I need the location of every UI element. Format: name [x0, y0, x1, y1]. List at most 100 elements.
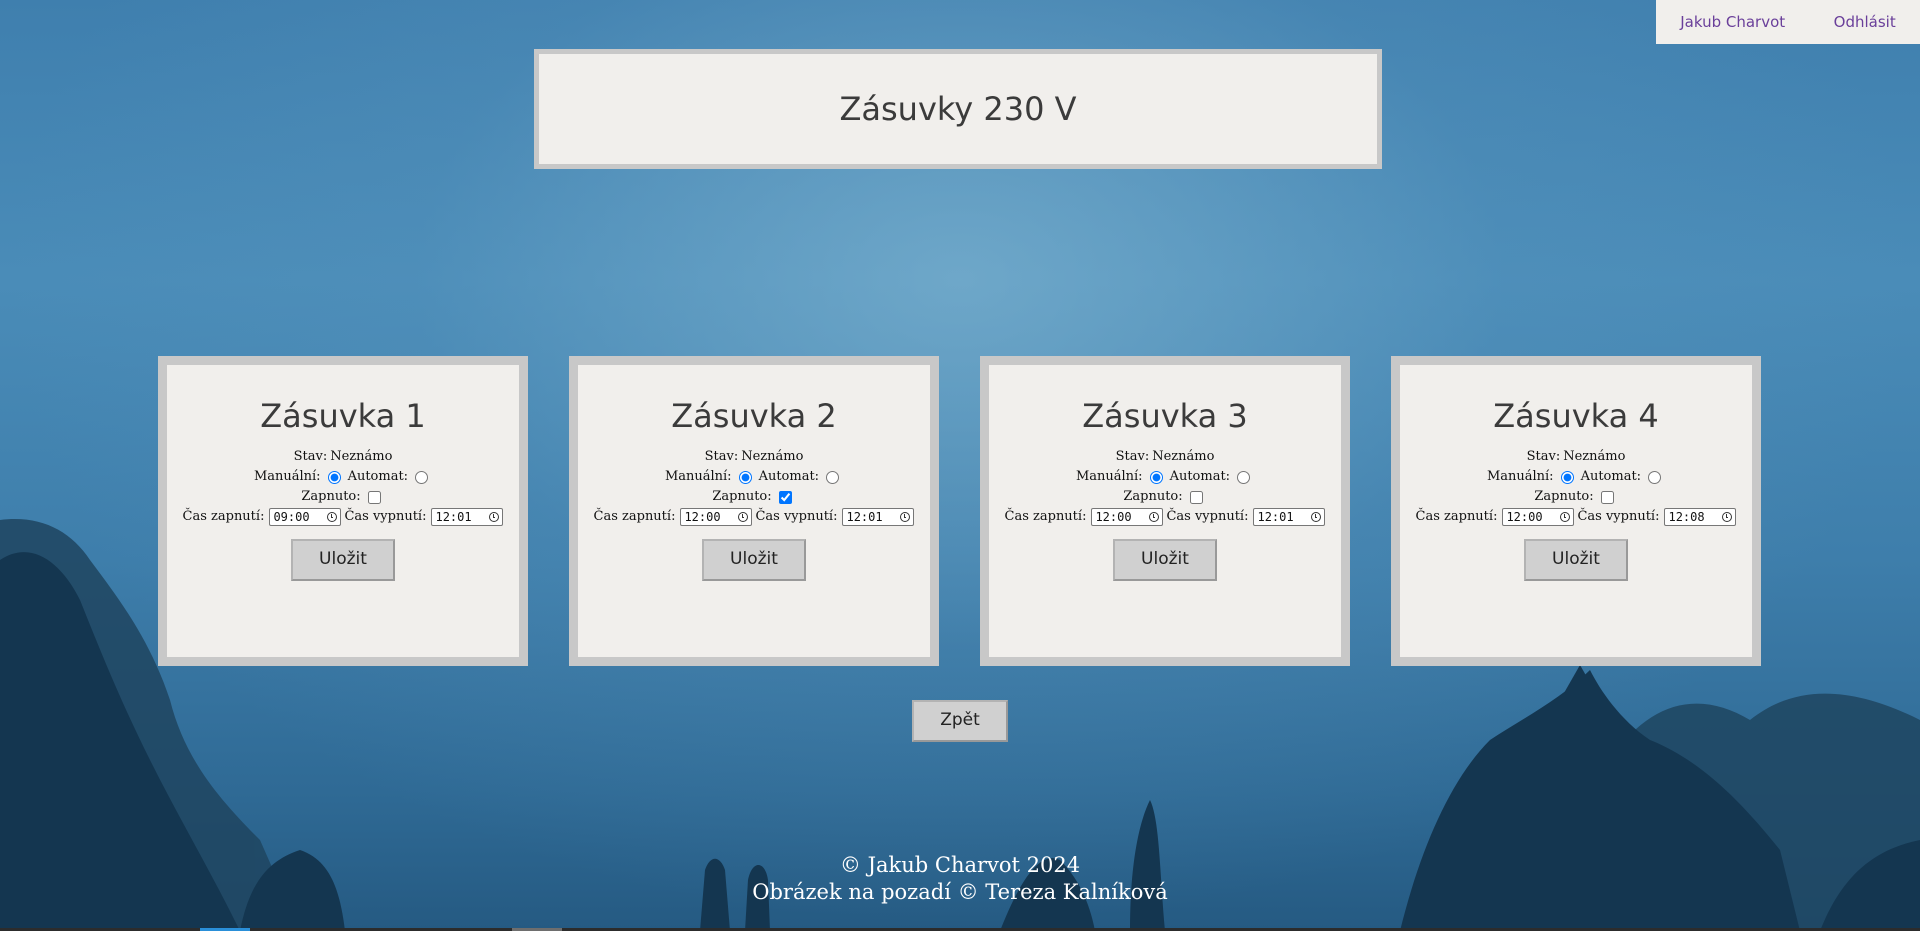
mode-row: Manuální: Automat:: [167, 467, 519, 487]
off-time-input[interactable]: 12:01: [842, 508, 915, 526]
status-row: Stav: Neznámo: [578, 447, 930, 467]
on-time-input[interactable]: 09:00: [269, 508, 342, 526]
off-time-label: Čas vypnutí:: [1577, 509, 1660, 524]
save-button[interactable]: Uložit: [1524, 539, 1628, 581]
on-row: Zapnuto:: [167, 487, 519, 507]
off-time-value: 12:01: [435, 510, 472, 524]
time-row: Čas zapnutí: 09:00 Čas vypnutí: 12:01: [167, 507, 519, 527]
status-label: Stav:: [1526, 449, 1561, 464]
socket-card-4: Zásuvka 4 Stav: Neznámo Manuální: Automa…: [1391, 356, 1761, 666]
off-time-input[interactable]: 12:01: [431, 508, 504, 526]
on-checkbox[interactable]: [1600, 490, 1614, 504]
page-title: Zásuvky 230 V: [839, 90, 1077, 128]
auto-radio[interactable]: [826, 470, 840, 484]
manual-label: Manuální:: [664, 469, 732, 484]
clock-icon: [900, 512, 911, 522]
status-value: Neznámo: [1152, 449, 1215, 464]
off-time-value: 12:01: [846, 510, 883, 524]
status-value: Neznámo: [1563, 449, 1626, 464]
save-button[interactable]: Uložit: [702, 539, 806, 581]
manual-label: Manuální:: [253, 469, 321, 484]
auto-radio[interactable]: [415, 470, 429, 484]
auto-radio[interactable]: [1237, 470, 1251, 484]
auto-label: Automat:: [347, 469, 409, 484]
off-time-label: Čas vypnutí:: [1166, 509, 1249, 524]
status-label: Stav:: [1115, 449, 1150, 464]
status-row: Stav: Neznámo: [1400, 447, 1752, 467]
on-label: Zapnuto:: [1534, 489, 1594, 504]
time-row: Čas zapnutí: 12:00 Čas vypnutí: 12:01: [578, 507, 930, 527]
off-time-label: Čas vypnutí:: [755, 509, 838, 524]
status-value: Neznámo: [741, 449, 804, 464]
time-row: Čas zapnutí: 12:00 Čas vypnutí: 12:08: [1400, 507, 1752, 527]
on-time-label: Čas zapnutí:: [593, 509, 676, 524]
user-link[interactable]: Jakub Charvot: [1680, 13, 1785, 31]
clock-icon: [1149, 512, 1160, 522]
manual-radio[interactable]: [327, 470, 341, 484]
auto-label: Automat:: [1580, 469, 1642, 484]
save-button[interactable]: Uložit: [1113, 539, 1217, 581]
on-time-label: Čas zapnutí:: [1415, 509, 1498, 524]
back-button[interactable]: Zpět: [912, 700, 1008, 742]
socket-title: Zásuvka 1: [260, 397, 426, 435]
auto-label: Automat:: [1169, 469, 1231, 484]
socket-card-3: Zásuvka 3 Stav: Neznámo Manuální: Automa…: [980, 356, 1350, 666]
manual-label: Manuální:: [1075, 469, 1143, 484]
on-time-label: Čas zapnutí:: [182, 509, 265, 524]
status-value: Neznámo: [330, 449, 393, 464]
on-time-input[interactable]: 12:00: [680, 508, 753, 526]
socket-title: Zásuvka 2: [671, 397, 837, 435]
on-checkbox[interactable]: [367, 490, 381, 504]
manual-radio[interactable]: [1149, 470, 1163, 484]
socket-card-2: Zásuvka 2 Stav: Neznámo Manuální: Automa…: [569, 356, 939, 666]
footer-image-credit: Obrázek na pozadí © Tereza Kalníková: [752, 880, 1168, 904]
on-checkbox[interactable]: [778, 490, 792, 504]
page-title-box: Zásuvky 230 V: [534, 49, 1382, 169]
status-row: Stav: Neznámo: [167, 447, 519, 467]
time-row: Čas zapnutí: 12:00 Čas vypnutí: 12:01: [989, 507, 1341, 527]
manual-radio[interactable]: [1560, 470, 1574, 484]
auto-label: Automat:: [758, 469, 820, 484]
on-time-value: 09:00: [273, 510, 310, 524]
clock-icon: [327, 512, 338, 522]
on-time-value: 12:00: [1095, 510, 1132, 524]
footer: © Jakub Charvot 2024 Obrázek na pozadí ©…: [0, 852, 1920, 906]
mode-row: Manuální: Automat:: [989, 467, 1341, 487]
on-row: Zapnuto:: [989, 487, 1341, 507]
status-row: Stav: Neznámo: [989, 447, 1341, 467]
on-time-label: Čas zapnutí:: [1004, 509, 1087, 524]
footer-copyright: © Jakub Charvot 2024: [839, 853, 1081, 877]
socket-title: Zásuvka 4: [1493, 397, 1659, 435]
socket-card-1: Zásuvka 1 Stav: Neznámo Manuální: Automa…: [158, 356, 528, 666]
manual-radio[interactable]: [738, 470, 752, 484]
save-button[interactable]: Uložit: [291, 539, 395, 581]
socket-title: Zásuvka 3: [1082, 397, 1248, 435]
on-time-value: 12:00: [684, 510, 721, 524]
mode-row: Manuální: Automat:: [578, 467, 930, 487]
on-time-input[interactable]: 12:00: [1091, 508, 1164, 526]
on-label: Zapnuto:: [1123, 489, 1183, 504]
clock-icon: [1311, 512, 1322, 522]
clock-icon: [1560, 512, 1571, 522]
on-checkbox[interactable]: [1189, 490, 1203, 504]
off-time-value: 12:08: [1668, 510, 1705, 524]
on-row: Zapnuto:: [1400, 487, 1752, 507]
on-label: Zapnuto:: [712, 489, 772, 504]
status-label: Stav:: [293, 449, 328, 464]
off-time-input[interactable]: 12:01: [1253, 508, 1326, 526]
manual-label: Manuální:: [1486, 469, 1554, 484]
top-nav: Jakub Charvot Odhlásit: [1656, 0, 1920, 44]
clock-icon: [489, 512, 500, 522]
off-time-value: 12:01: [1257, 510, 1294, 524]
off-time-input[interactable]: 12:08: [1664, 508, 1737, 526]
status-label: Stav:: [704, 449, 739, 464]
clock-icon: [1722, 512, 1733, 522]
auto-radio[interactable]: [1648, 470, 1662, 484]
off-time-label: Čas vypnutí:: [344, 509, 427, 524]
on-time-input[interactable]: 12:00: [1502, 508, 1575, 526]
on-row: Zapnuto:: [578, 487, 930, 507]
logout-link[interactable]: Odhlásit: [1834, 13, 1896, 31]
on-time-value: 12:00: [1506, 510, 1543, 524]
on-label: Zapnuto:: [301, 489, 361, 504]
clock-icon: [738, 512, 749, 522]
